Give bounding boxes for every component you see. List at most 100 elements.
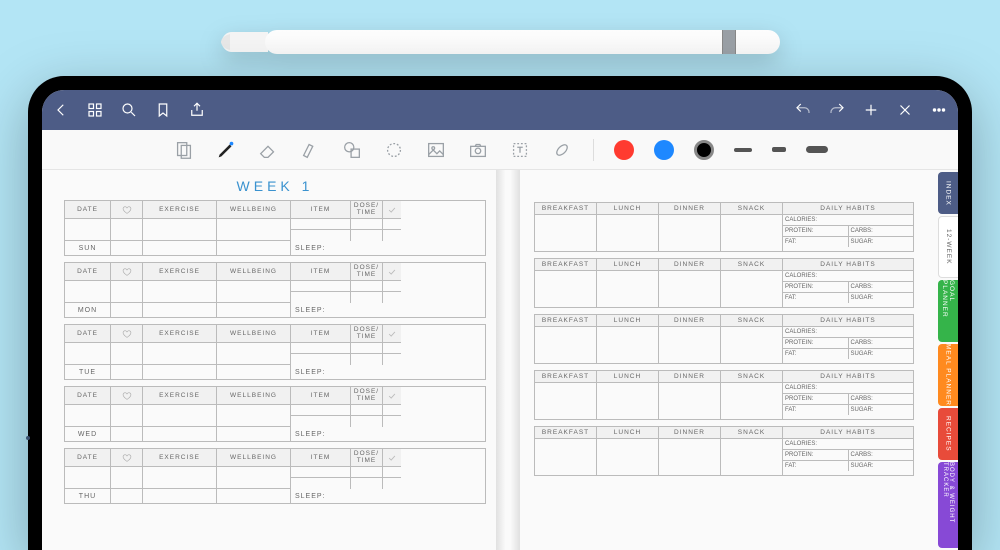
eraser-icon[interactable] <box>257 139 279 161</box>
cell-snack[interactable] <box>721 383 783 419</box>
cell[interactable] <box>143 489 217 503</box>
day-block-sun[interactable]: DATE EXERCISE WELLBEING ITEM DOSE/ TIME <box>64 200 486 256</box>
cell-lunch[interactable] <box>597 439 659 475</box>
share-icon[interactable] <box>188 101 206 119</box>
cell[interactable] <box>143 303 217 317</box>
cell-breakfast[interactable] <box>535 439 597 475</box>
meal-block[interactable]: BREAKFAST LUNCH DINNER SNACK DAILY HABIT… <box>534 258 914 308</box>
more-icon[interactable] <box>930 101 948 119</box>
tab-12-week[interactable]: 12-WEEK <box>938 216 958 278</box>
cell-heart[interactable] <box>111 219 143 241</box>
cell-dose[interactable] <box>351 219 383 230</box>
cell-check[interactable] <box>383 292 401 303</box>
cell-exercise[interactable] <box>143 343 217 365</box>
tab-body[interactable]: BODY & WEIGHT TRACKER <box>938 462 958 548</box>
cell-dose[interactable] <box>351 416 383 427</box>
nutrition-grid[interactable]: CALORIES: PROTEIN:CARBS: FAT:SUGAR: <box>783 215 913 251</box>
cell-exercise[interactable] <box>143 219 217 241</box>
lasso-icon[interactable] <box>383 139 405 161</box>
cell-dinner[interactable] <box>659 383 721 419</box>
cell[interactable] <box>217 489 291 503</box>
calories[interactable]: CALORIES: <box>783 327 913 337</box>
text-icon[interactable] <box>509 139 531 161</box>
cell-exercise[interactable] <box>143 405 217 427</box>
cell-heart[interactable] <box>111 281 143 303</box>
cell[interactable] <box>111 427 143 441</box>
grid-icon[interactable] <box>86 101 104 119</box>
cell-check[interactable] <box>383 343 401 354</box>
cell-sleep[interactable]: SLEEP: <box>291 241 401 255</box>
sugar[interactable]: SUGAR: <box>849 461 914 471</box>
cell[interactable] <box>143 365 217 379</box>
cell[interactable] <box>143 427 217 441</box>
thickness-3[interactable] <box>806 146 828 153</box>
cell[interactable] <box>217 427 291 441</box>
cell-item[interactable] <box>291 478 351 489</box>
cell-heart[interactable] <box>111 467 143 489</box>
calories[interactable]: CALORIES: <box>783 383 913 393</box>
cell-item[interactable] <box>291 416 351 427</box>
fat[interactable]: FAT: <box>783 293 849 303</box>
cell-breakfast[interactable] <box>535 215 597 251</box>
carbs[interactable]: CARBS: <box>849 338 914 348</box>
tab-meal[interactable]: MEAL PLANNER <box>938 344 958 406</box>
cell-sleep[interactable]: SLEEP: <box>291 489 401 503</box>
cell-snack[interactable] <box>721 327 783 363</box>
cell[interactable] <box>217 241 291 255</box>
cell-dose[interactable] <box>351 343 383 354</box>
page-mode-icon[interactable] <box>173 139 195 161</box>
planner-spread[interactable]: WEEK 1 DATE EXERCISE WELLBEING ITEM DOSE… <box>42 170 958 550</box>
cell-dose[interactable] <box>351 354 383 365</box>
cell-item[interactable] <box>291 343 351 354</box>
cell-check[interactable] <box>383 416 401 427</box>
fat[interactable]: FAT: <box>783 405 849 415</box>
nutrition-grid[interactable]: CALORIES: PROTEIN:CARBS: FAT:SUGAR: <box>783 327 913 363</box>
cell-lunch[interactable] <box>597 215 659 251</box>
cell-snack[interactable] <box>721 439 783 475</box>
meal-block[interactable]: BREAKFAST LUNCH DINNER SNACK DAILY HABIT… <box>534 426 914 476</box>
sugar[interactable]: SUGAR: <box>849 293 914 303</box>
sugar[interactable]: SUGAR: <box>849 349 914 359</box>
cell-check[interactable] <box>383 478 401 489</box>
meal-block[interactable]: BREAKFAST LUNCH DINNER SNACK DAILY HABIT… <box>534 370 914 420</box>
search-icon[interactable] <box>120 101 138 119</box>
cell-item[interactable] <box>291 230 351 241</box>
image-icon[interactable] <box>425 139 447 161</box>
cell-snack[interactable] <box>721 271 783 307</box>
cell-check[interactable] <box>383 281 401 292</box>
cell-wellbeing[interactable] <box>217 405 291 427</box>
cell-dose[interactable] <box>351 405 383 416</box>
cell[interactable] <box>111 303 143 317</box>
cell-exercise[interactable] <box>143 281 217 303</box>
cell-check[interactable] <box>383 354 401 365</box>
day-block-mon[interactable]: DATE EXERCISE WELLBEING ITEM DOSE/ TIME <box>64 262 486 318</box>
meal-block[interactable]: BREAKFAST LUNCH DINNER SNACK DAILY HABIT… <box>534 314 914 364</box>
link-icon[interactable] <box>551 139 573 161</box>
cell-heart[interactable] <box>111 405 143 427</box>
color-swatch-blue[interactable] <box>654 140 674 160</box>
cell-check[interactable] <box>383 230 401 241</box>
cell-breakfast[interactable] <box>535 271 597 307</box>
cell-wellbeing[interactable] <box>217 219 291 241</box>
cell[interactable] <box>143 241 217 255</box>
fat[interactable]: FAT: <box>783 461 849 471</box>
cell-item[interactable] <box>291 467 351 478</box>
cell-sleep[interactable]: SLEEP: <box>291 427 401 441</box>
page-right[interactable]: BREAKFAST LUNCH DINNER SNACK DAILY HABIT… <box>520 170 958 550</box>
cell-dose[interactable] <box>351 478 383 489</box>
cell-sleep[interactable]: SLEEP: <box>291 303 401 317</box>
cell[interactable] <box>217 365 291 379</box>
cell-wellbeing[interactable] <box>217 281 291 303</box>
cell-lunch[interactable] <box>597 327 659 363</box>
cell-check[interactable] <box>383 467 401 478</box>
pen-icon[interactable] <box>215 139 237 161</box>
cell-snack[interactable] <box>721 215 783 251</box>
camera-icon[interactable] <box>467 139 489 161</box>
cell-dinner[interactable] <box>659 271 721 307</box>
calories[interactable]: CALORIES: <box>783 215 913 225</box>
cell-item[interactable] <box>291 354 351 365</box>
fat[interactable]: FAT: <box>783 237 849 247</box>
protein[interactable]: PROTEIN: <box>783 394 849 404</box>
meal-block[interactable]: BREAKFAST LUNCH DINNER SNACK DAILY HABIT… <box>534 202 914 252</box>
cell-item[interactable] <box>291 292 351 303</box>
